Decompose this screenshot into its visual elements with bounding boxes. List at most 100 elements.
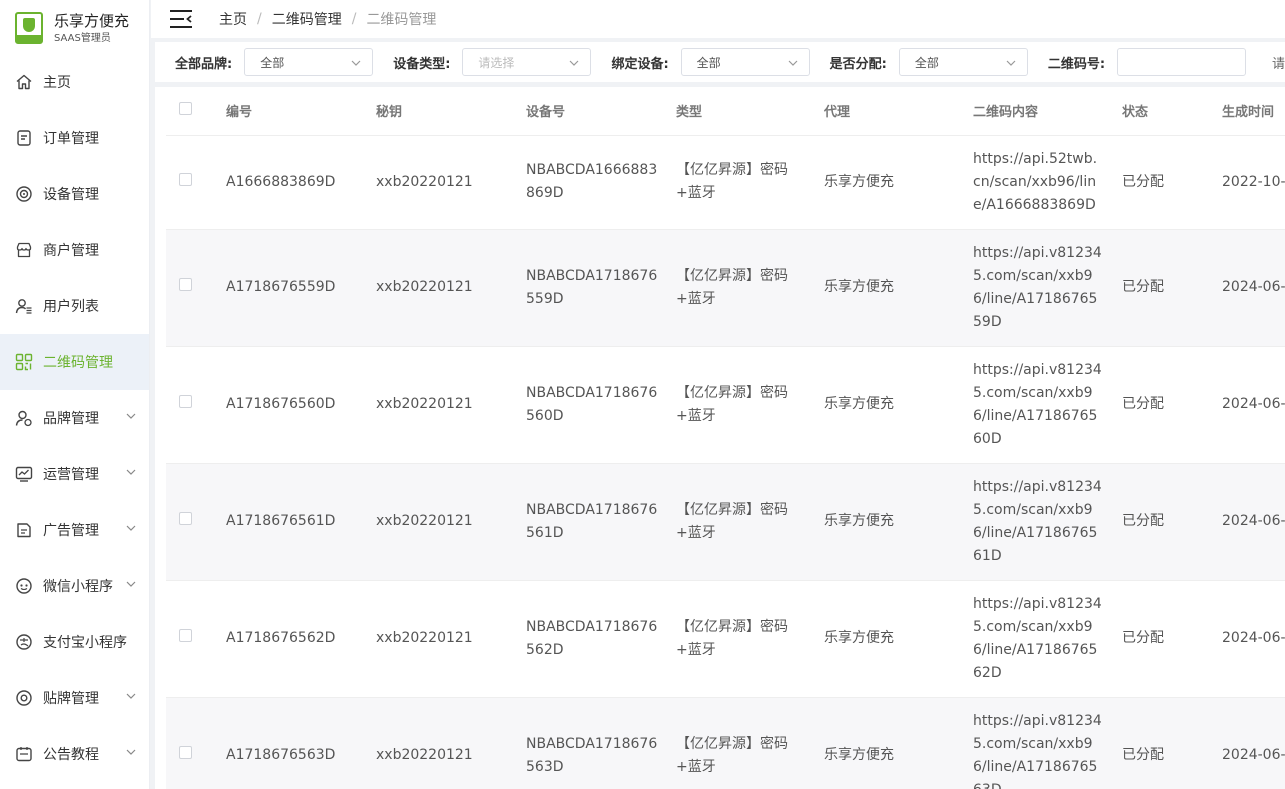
qrcode-table: 编号 秘钥 设备号 类型 代理 二维码内容 状态 生成时间 A166688386… bbox=[166, 87, 1285, 789]
sidebar-item-brands[interactable]: 品牌管理 bbox=[0, 390, 149, 446]
cell-created-time: 2022-10-2 bbox=[1222, 135, 1285, 230]
column-header-type[interactable]: 类型 bbox=[676, 87, 824, 136]
sidebar: 乐享方便充 SAAS管理员 主页 订单管理 设备管理 商户管理 用户列表 二维码… bbox=[0, 0, 150, 789]
cell-qr-content: https://api.v812345.com/scan/xxb96/line/… bbox=[973, 580, 1122, 698]
sidebar-item-home[interactable]: 主页 bbox=[0, 54, 149, 110]
column-header-qr-content[interactable]: 二维码内容 bbox=[973, 87, 1122, 136]
cell-status: 已分配 bbox=[1122, 697, 1222, 789]
sidebar-item-devices[interactable]: 设备管理 bbox=[0, 166, 149, 222]
breadcrumb: 主页 / 二维码管理 / 二维码管理 bbox=[219, 9, 436, 29]
breadcrumb-item-home[interactable]: 主页 bbox=[219, 9, 247, 29]
row-checkbox[interactable] bbox=[179, 512, 192, 525]
sidebar-item-label: 订单管理 bbox=[43, 131, 99, 147]
chevron-down-icon bbox=[570, 60, 579, 66]
cell-device: NBABCDA1718676561D bbox=[526, 463, 676, 581]
sidebar-item-label: 运营管理 bbox=[43, 467, 99, 483]
table-row[interactable]: A1718676560D xxb20220121 NBABCDA17186765… bbox=[166, 346, 1285, 464]
cell-device: NBABCDA1718676562D bbox=[526, 580, 676, 698]
sidebar-item-notices[interactable]: 公告教程 bbox=[0, 726, 149, 782]
table-row[interactable]: A1718676559D xxb20220121 NBABCDA17186765… bbox=[166, 229, 1285, 347]
row-checkbox[interactable] bbox=[179, 629, 192, 642]
cell-status: 已分配 bbox=[1122, 463, 1222, 581]
row-checkbox[interactable] bbox=[179, 278, 192, 291]
cell-code: A1718676561D bbox=[226, 463, 376, 581]
cell-code: A1718676560D bbox=[226, 346, 376, 464]
brand-title: 乐享方便充 bbox=[54, 11, 130, 30]
cell-status: 已分配 bbox=[1122, 229, 1222, 347]
table-row[interactable]: A1718676563D xxb20220121 NBABCDA17186765… bbox=[166, 697, 1285, 789]
device-icon bbox=[15, 185, 33, 203]
column-header-status[interactable]: 状态 bbox=[1122, 87, 1222, 136]
user-list-icon bbox=[15, 297, 33, 315]
cell-qr-content: https://api.52twb.cn/scan/xxb96/line/A16… bbox=[973, 135, 1122, 230]
brand-subtitle: SAAS管理员 bbox=[54, 32, 111, 44]
sidebar-item-label: 用户列表 bbox=[43, 299, 99, 315]
assigned-filter-value: 全部 bbox=[914, 55, 939, 70]
bound-filter-select[interactable]: 全部 bbox=[680, 48, 810, 76]
cell-qr-content: https://api.v812345.com/scan/xxb96/line/… bbox=[973, 229, 1122, 347]
cell-type: 【亿亿昇源】密码+蓝牙 bbox=[676, 463, 824, 581]
chevron-down-icon bbox=[126, 581, 136, 587]
cell-type: 【亿亿昇源】密码+蓝牙 bbox=[676, 135, 824, 230]
cell-device: NBABCDA1718676559D bbox=[526, 229, 676, 347]
cell-type: 【亿亿昇源】密码+蓝牙 bbox=[676, 580, 824, 698]
sidebar-item-label: 品牌管理 bbox=[43, 411, 99, 427]
cell-key: xxb20220121 bbox=[376, 697, 526, 789]
device-type-filter-placeholder: 请选择 bbox=[478, 55, 515, 70]
column-header-code[interactable]: 编号 bbox=[226, 87, 376, 136]
row-checkbox[interactable] bbox=[179, 746, 192, 759]
column-header-created-time[interactable]: 生成时间 bbox=[1222, 87, 1285, 136]
sidebar-item-merchants[interactable]: 商户管理 bbox=[0, 222, 149, 278]
sidebar-item-users[interactable]: 用户列表 bbox=[0, 278, 149, 334]
sidebar-item-label: 公告教程 bbox=[43, 747, 99, 763]
table-row[interactable]: A1666883869D xxb20220121 NBABCDA16668838… bbox=[166, 135, 1285, 230]
menu-toggle-icon[interactable] bbox=[169, 9, 193, 29]
row-checkbox[interactable] bbox=[179, 172, 192, 186]
chart-icon bbox=[15, 465, 33, 483]
notice-icon bbox=[15, 745, 33, 763]
sidebar-item-operations[interactable]: 运营管理 bbox=[0, 446, 149, 502]
breadcrumb-item-qrcode[interactable]: 二维码管理 bbox=[272, 9, 342, 29]
sidebar-item-qrcode[interactable]: 二维码管理 bbox=[0, 334, 149, 390]
cell-device: NBABCDA1718676563D bbox=[526, 697, 676, 789]
select-all-checkbox[interactable] bbox=[179, 102, 192, 116]
cell-agent: 乐享方便充 bbox=[824, 580, 973, 698]
cell-code: A1666883869D bbox=[226, 135, 376, 230]
topbar: 主页 / 二维码管理 / 二维码管理 bbox=[151, 0, 1285, 38]
cell-qr-content: https://api.v812345.com/scan/xxb96/line/… bbox=[973, 697, 1122, 789]
sidebar-item-oem[interactable]: 贴牌管理 bbox=[0, 670, 149, 726]
cell-type: 【亿亿昇源】密码+蓝牙 bbox=[676, 229, 824, 347]
table-row[interactable]: A1718676561D xxb20220121 NBABCDA17186765… bbox=[166, 463, 1285, 581]
breadcrumb-separator: / bbox=[257, 11, 262, 27]
table-row[interactable]: A1718676562D xxb20220121 NBABCDA17186765… bbox=[166, 580, 1285, 698]
sidebar-item-label: 贴牌管理 bbox=[43, 691, 99, 707]
cell-agent: 乐享方便充 bbox=[824, 463, 973, 581]
column-header-device[interactable]: 设备号 bbox=[526, 87, 676, 136]
sidebar-item-wechat[interactable]: 微信小程序 bbox=[0, 558, 149, 614]
sidebar-item-alipay[interactable]: 支付宝小程序 bbox=[0, 614, 149, 670]
row-checkbox[interactable] bbox=[179, 395, 192, 408]
sidebar-item-label: 主页 bbox=[43, 75, 71, 91]
chevron-down-icon bbox=[126, 693, 136, 699]
cell-qr-content: https://api.v812345.com/scan/xxb96/line/… bbox=[973, 463, 1122, 581]
device-type-filter-select[interactable]: 请选择 bbox=[462, 48, 592, 76]
sidebar-item-ads[interactable]: 广告管理 bbox=[0, 502, 149, 558]
qrcode-filter-label: 二维码号: bbox=[1047, 56, 1106, 72]
breadcrumb-separator: / bbox=[351, 11, 357, 27]
cell-code: A1718676563D bbox=[226, 697, 376, 789]
qrcode-filter-input[interactable] bbox=[1117, 48, 1246, 76]
alipay-icon bbox=[15, 633, 33, 651]
column-header-key[interactable]: 秘钥 bbox=[376, 87, 526, 136]
cell-key: xxb20220121 bbox=[376, 580, 526, 698]
column-header-agent[interactable]: 代理 bbox=[824, 87, 973, 136]
brand-filter-select[interactable]: 全部 bbox=[244, 48, 374, 76]
sidebar-item-orders[interactable]: 订单管理 bbox=[0, 110, 149, 166]
cell-status: 已分配 bbox=[1122, 135, 1222, 230]
assigned-filter-select[interactable]: 全部 bbox=[898, 48, 1028, 76]
qrcode-table-container: 编号 秘钥 设备号 类型 代理 二维码内容 状态 生成时间 A166688386… bbox=[155, 87, 1285, 789]
cell-created-time: 2024-06- bbox=[1222, 346, 1285, 464]
wechat-icon bbox=[15, 577, 33, 595]
sidebar-item-label: 支付宝小程序 bbox=[43, 635, 127, 651]
filter-trailing-label: 请 bbox=[1271, 56, 1285, 72]
cell-created-time: 2024-06- bbox=[1222, 229, 1285, 347]
